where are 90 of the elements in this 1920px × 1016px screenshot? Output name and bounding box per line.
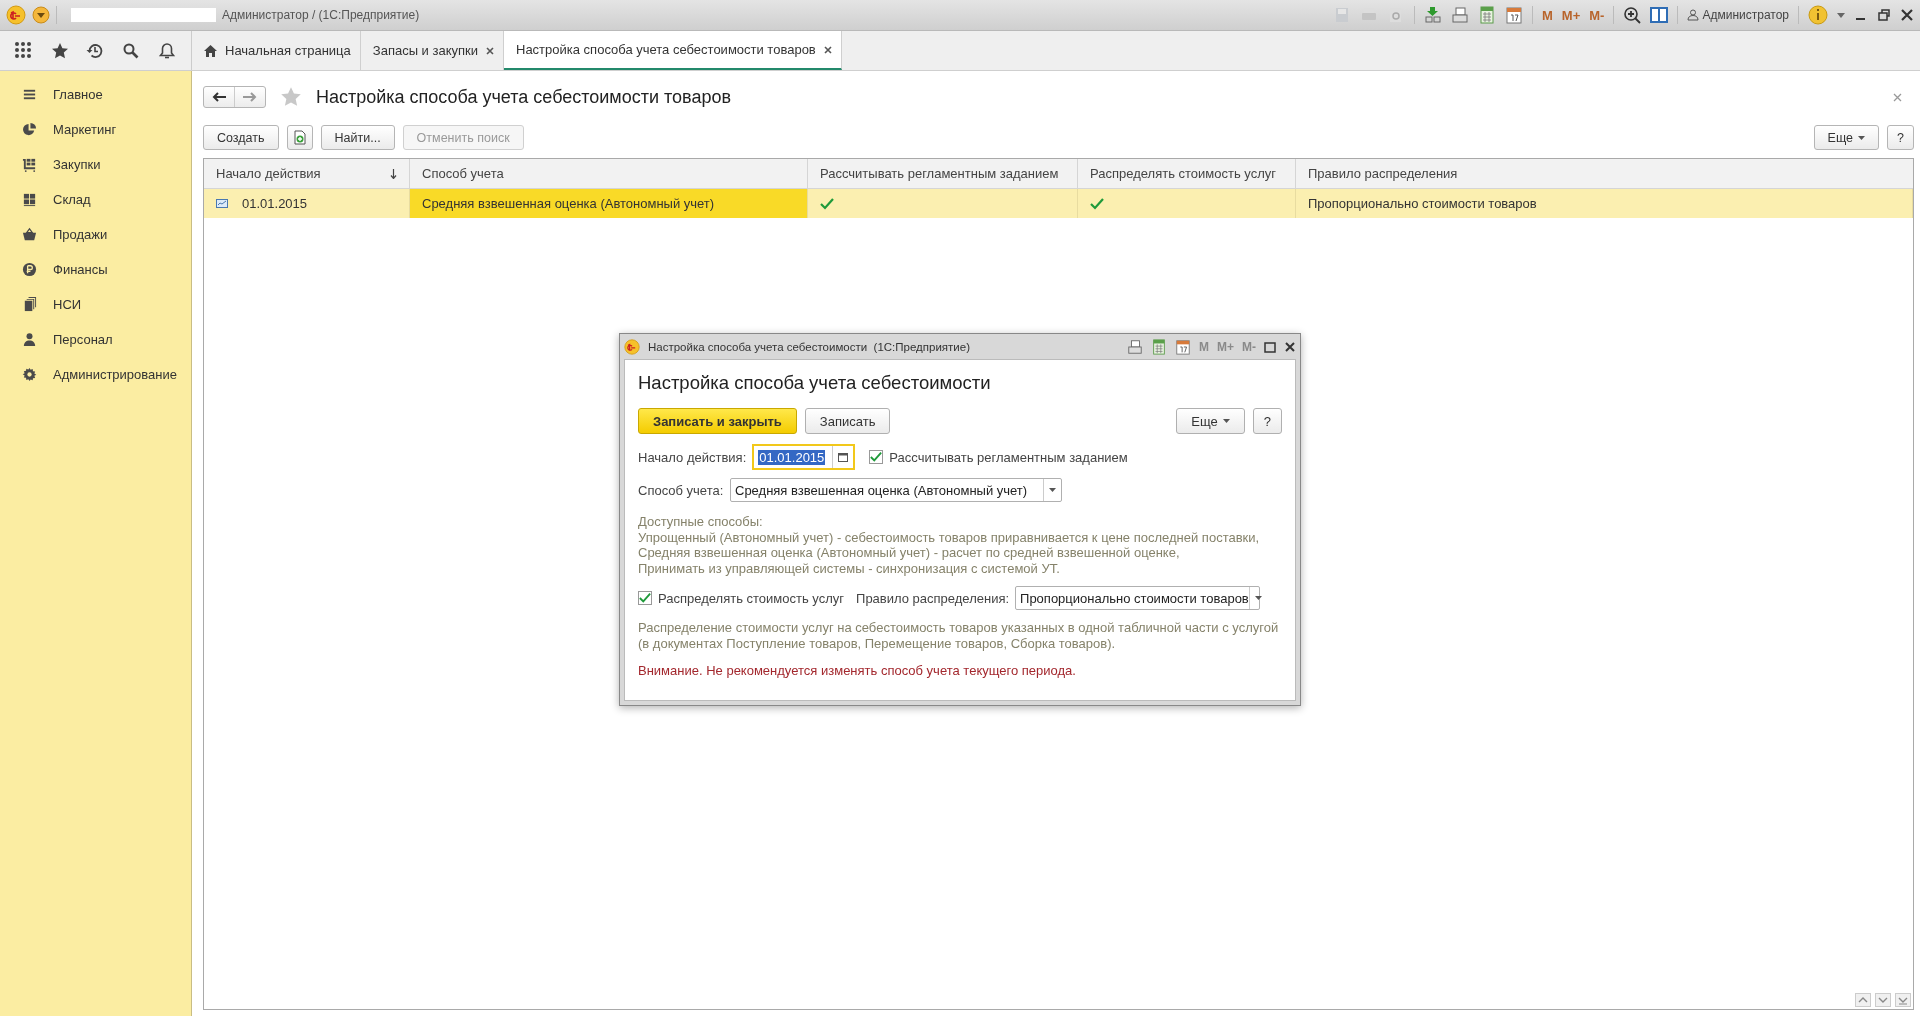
column-header[interactable]: Правило распределения	[1296, 159, 1913, 188]
column-header[interactable]: Распределять стоимость услуг	[1078, 159, 1296, 188]
menu-dropdown-icon[interactable]	[32, 6, 50, 24]
field-label: Начало действия:	[638, 449, 747, 465]
sidebar-item[interactable]: Склад	[0, 182, 191, 217]
tab[interactable]: Настройка способа учета себестоимости товаров	[504, 31, 842, 70]
panels-icon[interactable]	[1650, 6, 1669, 24]
copy-document-icon	[292, 130, 307, 145]
close-icon[interactable]	[1284, 340, 1296, 353]
sidebar-item[interactable]: Финансы	[0, 252, 191, 287]
sidebar-item[interactable]: Продажи	[0, 217, 191, 252]
find-button[interactable]: Найти...	[320, 125, 395, 150]
help-button[interactable]: ?	[1887, 125, 1914, 150]
dialog-window-title: Настройка способа учета себестоимости (1С:Предприятие)	[648, 340, 970, 353]
sidebar-item[interactable]: Маркетинг	[0, 112, 191, 147]
calendar-icon[interactable]	[1175, 338, 1191, 355]
more-button[interactable]: Еще	[1176, 408, 1245, 434]
table-cell: Средняя взвешенная оценка (Автономный учет)	[410, 189, 808, 218]
calendar-icon[interactable]	[838, 452, 849, 462]
sidebar-item[interactable]: Персонал	[0, 322, 191, 357]
help-button[interactable]: ?	[1252, 408, 1282, 434]
caret-icon	[1049, 488, 1056, 492]
save-button[interactable]: Записать	[804, 408, 891, 434]
sidebar-item[interactable]: НСИ	[0, 287, 191, 322]
grid-icon	[22, 192, 37, 207]
close-icon[interactable]	[1900, 8, 1914, 22]
scroll-end-icon[interactable]	[1895, 993, 1911, 1007]
user-icon	[1687, 9, 1700, 21]
rule-dropdown[interactable]: Пропорционально стоимости товаров	[1015, 586, 1261, 610]
restore-icon[interactable]	[1877, 8, 1891, 22]
zoom-in-icon[interactable]	[1623, 6, 1642, 24]
gear-icon	[22, 367, 37, 382]
create-button[interactable]: Создать	[203, 125, 279, 150]
method-dropdown[interactable]: Средняя взвешенная оценка (Автономный учет)	[730, 478, 1062, 502]
more-button[interactable]: Еще	[1813, 125, 1880, 150]
star-icon[interactable]	[50, 41, 69, 60]
caret-icon[interactable]	[1837, 12, 1845, 18]
person-icon	[22, 332, 37, 347]
info-icon[interactable]	[1808, 5, 1828, 25]
record-icon	[216, 199, 228, 208]
column-header[interactable]: Способ учета	[410, 159, 808, 188]
sidebar-item[interactable]: Закупки	[0, 147, 191, 182]
checkbox-label[interactable]: Рассчитывать регламентным заданием	[889, 449, 1128, 465]
calendar-icon[interactable]	[1505, 6, 1523, 24]
close-icon[interactable]	[823, 45, 832, 54]
app-logo-icon[interactable]	[6, 5, 26, 25]
maximize-icon[interactable]	[1264, 340, 1276, 353]
history-icon[interactable]	[86, 41, 105, 60]
sidebar-item[interactable]: Администрирование	[0, 357, 191, 392]
copy-button[interactable]	[286, 125, 313, 150]
apps-grid-icon[interactable]	[14, 41, 33, 60]
scroll-up-icon[interactable]	[1855, 993, 1871, 1007]
caret-icon	[1858, 135, 1866, 140]
form-title: Настройка способа учета себестоимости товаров	[316, 86, 732, 108]
star-icon[interactable]	[280, 86, 302, 108]
tab[interactable]: Начальная страница	[192, 31, 361, 70]
sidebar-item[interactable]: Главное	[0, 77, 191, 112]
checkbox-label[interactable]: Распределять стоимость услуг	[658, 590, 845, 606]
bell-icon[interactable]	[158, 41, 177, 60]
home-icon	[204, 44, 217, 57]
cart-icon	[22, 157, 37, 172]
window-title: Администратор / (1С:Предприятие)	[222, 8, 420, 22]
search-icon[interactable]	[122, 41, 141, 60]
basket-icon	[22, 227, 37, 242]
date-field[interactable]: 01.01.2015	[752, 444, 856, 470]
ruble-icon	[22, 262, 37, 277]
app-logo-icon	[624, 338, 640, 355]
calculator-icon[interactable]	[1151, 338, 1167, 355]
close-icon[interactable]	[486, 46, 494, 55]
pages-icon	[22, 297, 37, 312]
scroll-down-icon[interactable]	[1875, 993, 1891, 1007]
warning-text: Внимание. Не рекомендуется изменять способ учета текущего периода.	[638, 663, 1077, 678]
user-name[interactable]: Администратор	[1702, 8, 1789, 22]
checkbox[interactable]	[638, 591, 652, 605]
menu-icon	[22, 87, 37, 102]
field-label: Правило распределения:	[856, 590, 1010, 606]
save-and-close-button[interactable]: Записать и закрыть	[638, 408, 797, 434]
column-header[interactable]: Начало действия	[204, 159, 410, 188]
dialog-title: Настройка способа учета себестоимости	[638, 372, 992, 394]
checkbox[interactable]	[869, 450, 884, 464]
column-header[interactable]: Рассчитывать регламентным заданием	[808, 159, 1078, 188]
help-text: Доступные способы: Упрощенный (Автономный учет) - себестоимость товаров приравнивается к цене последней поставки, Средняя взвешенная оценка (Автономный учет) - расчет по средней взвешенной оценке, Принимать из управляющей системы - синхронизация с системой УТ.	[638, 514, 1261, 576]
link-arrow-icon[interactable]	[1424, 6, 1442, 24]
caret-icon	[1254, 596, 1262, 600]
field-label: Способ учета:	[638, 482, 724, 498]
caret-icon	[1222, 419, 1230, 423]
description-text: Распределение стоимости услуг на себестоимость товаров указанных в одной табличной части с услугой (в документах Поступление товаров, Перемещение товаров, Сборка товаров).	[638, 620, 1280, 651]
pie-icon	[22, 122, 37, 137]
table-cell: Пропорционально стоимости товаров	[1296, 189, 1913, 218]
calculator-icon[interactable]	[1478, 6, 1496, 24]
